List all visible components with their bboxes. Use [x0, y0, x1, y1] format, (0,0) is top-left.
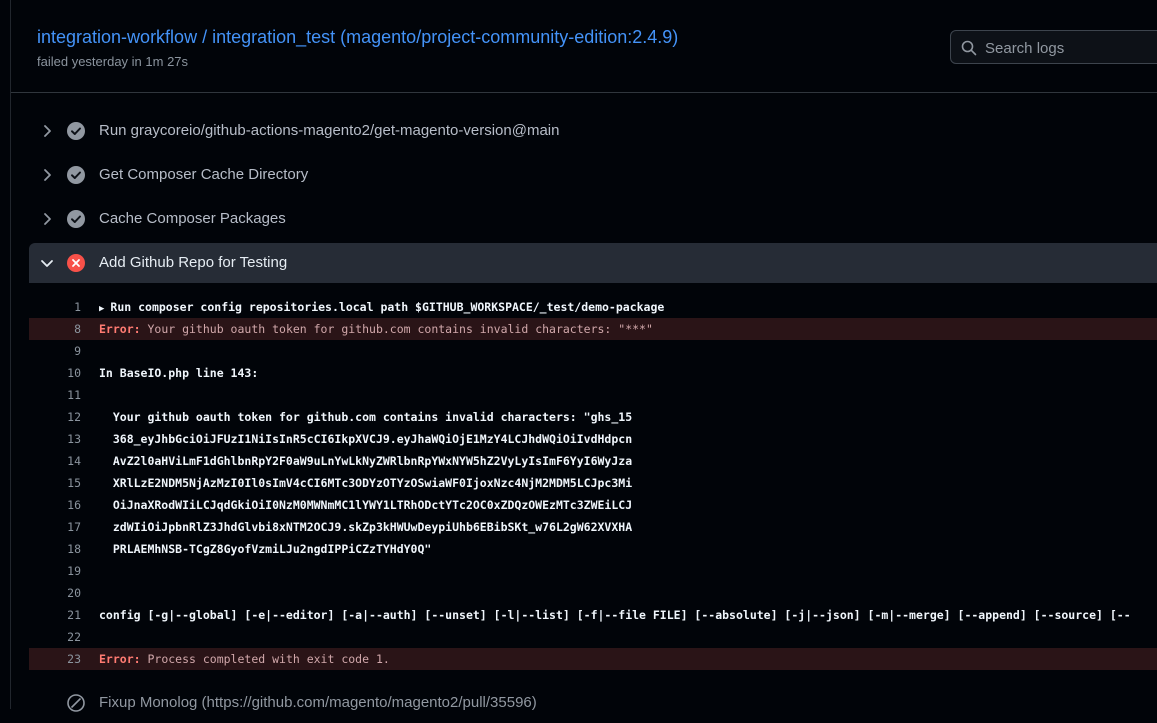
- log-message: In BaseIO.php line 143:: [99, 366, 259, 380]
- error-keyword: Error:: [99, 322, 141, 336]
- log-message: 368_eyJhbGciOiJFUzI1NiIsInR5cCI6IkpXVCJ9…: [99, 432, 633, 446]
- line-number[interactable]: 12: [29, 410, 81, 424]
- log-message: Your github oauth token for github.com c…: [99, 410, 633, 424]
- log-line: 10 In BaseIO.php line 143:: [29, 362, 1157, 384]
- log-message: XRlLzE2NDM5NjAzMzI0Il0sImV4cCI6MTc3ODYzO…: [99, 476, 633, 490]
- log-line: 14 AvZ2l0aHViLmF1dGhlbnRpY2F0aW9uLnYwLkN…: [29, 450, 1157, 472]
- line-number[interactable]: 14: [29, 454, 81, 468]
- line-number[interactable]: 19: [29, 564, 81, 578]
- log-message: Process completed with exit code 1.: [140, 652, 390, 666]
- job-title[interactable]: integration-workflow / integration_test …: [37, 27, 678, 48]
- line-number[interactable]: 17: [29, 520, 81, 534]
- log-text: Error: Your github oauth token for githu…: [99, 322, 653, 336]
- log-text: OiJnaXRodWIiLCJqdGkiOiI0NzM0MWNmMC1lYWY1…: [99, 498, 632, 512]
- log-line: 18 PRLAEMhNSB-TCgZ8GyofVzmiLJu2ngdIPPiCZ…: [29, 538, 1157, 560]
- x-circle-icon: [67, 254, 85, 272]
- log-line-error: 8 Error: Your github oauth token for gith…: [29, 318, 1157, 340]
- search-icon: [961, 40, 977, 56]
- log-text: AvZ2l0aHViLmF1dGhlbnRpY2F0aW9uLnYwLkNyZW…: [99, 454, 632, 468]
- step-label: Cache Composer Packages: [99, 210, 286, 227]
- left-divider: [10, 0, 11, 709]
- log-line-error: 23 Error: Process completed with exit cod…: [29, 648, 1157, 670]
- expand-group-icon[interactable]: ▶: [99, 304, 104, 314]
- line-number[interactable]: 20: [29, 586, 81, 600]
- chevron-right-icon[interactable]: [39, 123, 55, 139]
- line-number[interactable]: 23: [29, 652, 81, 666]
- log-line: 17 zdWIiOiJpbnRlZ3JhdGlvbi8xNTM2OCJ9.skZ…: [29, 516, 1157, 538]
- line-number[interactable]: 10: [29, 366, 81, 380]
- log-line: 22: [29, 626, 1157, 648]
- log-message: Run composer config repositories.local p…: [110, 300, 665, 314]
- log-line: 12 Your github oauth token for github.co…: [29, 406, 1157, 428]
- line-number[interactable]: 9: [29, 344, 81, 358]
- line-number[interactable]: 15: [29, 476, 81, 490]
- log-message: PRLAEMhNSB-TCgZ8GyofVzmiLJu2ngdIPPiCZzTY…: [99, 542, 432, 556]
- log-line: 15 XRlLzE2NDM5NjAzMzI0Il0sImV4cCI6MTc3OD…: [29, 472, 1157, 494]
- log-line: 1 ▶ Run composer config repositories.local…: [29, 296, 1157, 318]
- line-number[interactable]: 11: [29, 388, 81, 402]
- log-line: 16 OiJnaXRodWIiLCJqdGkiOiI0NzM0MWNmMC1lY…: [29, 494, 1157, 516]
- step-add-github-repo[interactable]: Add Github Repo for Testing: [29, 243, 1157, 283]
- log-line: 11: [29, 384, 1157, 406]
- log-message: config [-g|--global] [-e|--editor] [-a|-…: [99, 608, 1131, 622]
- line-number[interactable]: 8: [29, 322, 81, 336]
- check-circle-icon: [67, 210, 85, 228]
- log-text: In BaseIO.php line 143:: [99, 366, 258, 380]
- log-text: XRlLzE2NDM5NjAzMzI0Il0sImV4cCI6MTc3ODYzO…: [99, 476, 632, 490]
- chevron-right-icon[interactable]: [39, 167, 55, 183]
- chevron-down-icon[interactable]: [39, 255, 55, 271]
- step-label: Get Composer Cache Directory: [99, 166, 309, 183]
- error-keyword: Error:: [99, 652, 141, 666]
- log-text: Error: Process completed with exit code …: [99, 652, 390, 666]
- job-subtitle: failed yesterday in 1m 27s: [37, 54, 189, 69]
- step-label: Run graycoreio/github-actions-magento2/g…: [99, 122, 560, 139]
- log-message: zdWIiOiJpbnRlZ3JhdGlvbi8xNTM2OCJ9.skZp3k…: [99, 520, 633, 534]
- log-text: Your github oauth token for github.com c…: [99, 410, 632, 424]
- log-line: 21 config [-g|--global] [-e|--editor] [-a…: [29, 604, 1157, 626]
- log-text: zdWIiOiJpbnRlZ3JhdGlvbi8xNTM2OCJ9.skZp3k…: [99, 520, 632, 534]
- log-line: 19: [29, 560, 1157, 582]
- log-text: config [-g|--global] [-e|--editor] [-a|-…: [99, 608, 1131, 622]
- log-text: ▶ Run composer config repositories.local …: [99, 300, 664, 314]
- search-logs-box[interactable]: [950, 30, 1157, 64]
- line-number[interactable]: 13: [29, 432, 81, 446]
- line-number[interactable]: 18: [29, 542, 81, 556]
- skipped-icon: [67, 694, 85, 712]
- step-label: Add Github Repo for Testing: [99, 254, 288, 271]
- log-text: 368_eyJhbGciOiJFUzI1NiIsInR5cCI6IkpXVCJ9…: [99, 432, 632, 446]
- line-number[interactable]: 21: [29, 608, 81, 622]
- search-logs-input[interactable]: [985, 37, 1155, 59]
- step-get-magento-version[interactable]: Run graycoreio/github-actions-magento2/g…: [29, 111, 1157, 151]
- line-number[interactable]: 1: [29, 300, 81, 314]
- job-header: integration-workflow / integration_test …: [11, 0, 1157, 93]
- step-fixup-monolog[interactable]: Fixup Monolog (https://github.com/magent…: [29, 683, 1157, 723]
- log-message: AvZ2l0aHViLmF1dGhlbnRpY2F0aW9uLnYwLkNyZW…: [99, 454, 633, 468]
- step-get-composer-cache-directory[interactable]: Get Composer Cache Directory: [29, 155, 1157, 195]
- step-cache-composer-packages[interactable]: Cache Composer Packages: [29, 199, 1157, 239]
- step-label: Fixup Monolog (https://github.com/magent…: [99, 694, 537, 711]
- log-message: OiJnaXRodWIiLCJqdGkiOiI0NzM0MWNmMC1lYWY1…: [99, 498, 633, 512]
- chevron-right-icon[interactable]: [39, 211, 55, 227]
- log-message: Your github oauth token for github.com c…: [140, 322, 653, 336]
- check-circle-icon: [67, 166, 85, 184]
- line-number[interactable]: 22: [29, 630, 81, 644]
- log-line: 9: [29, 340, 1157, 362]
- check-circle-icon: [67, 122, 85, 140]
- log-text: PRLAEMhNSB-TCgZ8GyofVzmiLJu2ngdIPPiCZzTY…: [99, 542, 432, 556]
- line-number[interactable]: 16: [29, 498, 81, 512]
- log-line: 20: [29, 582, 1157, 604]
- log-line: 13 368_eyJhbGciOiJFUzI1NiIsInR5cCI6IkpXV…: [29, 428, 1157, 450]
